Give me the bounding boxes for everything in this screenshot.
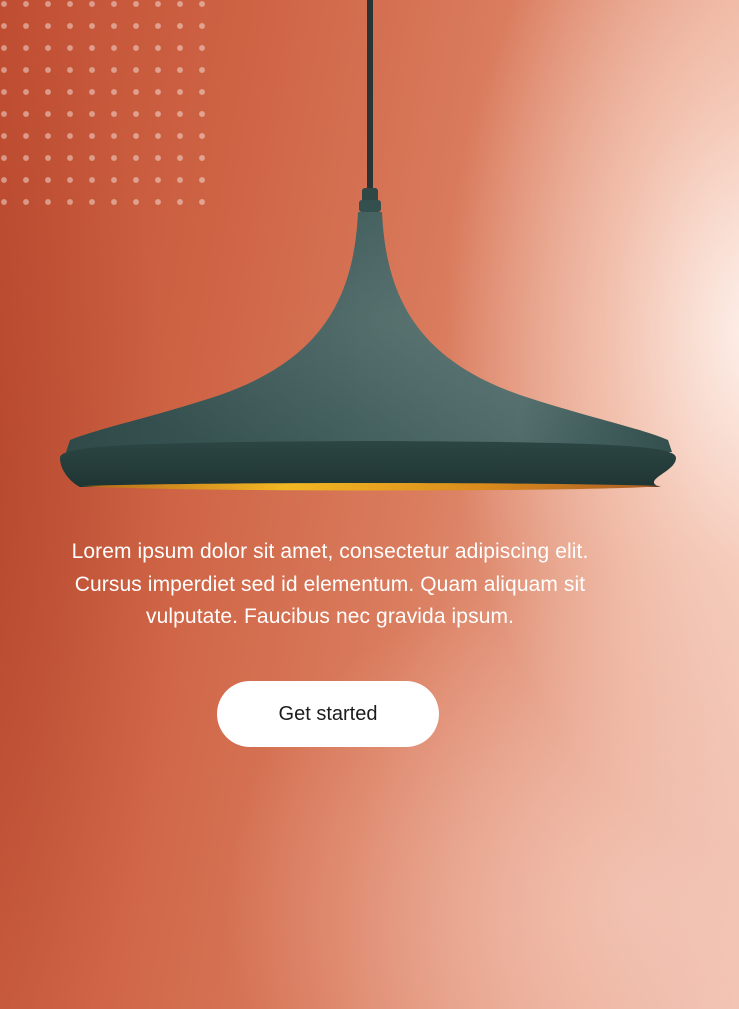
hero-description: Lorem ipsum dolor sit amet, consectetur …: [71, 540, 589, 628]
get-started-button[interactable]: Get started: [217, 681, 439, 747]
hero-background: Lorem ipsum dolor sit amet, consectetur …: [0, 0, 739, 1009]
pendant-lamp-image: [60, 0, 676, 491]
lamp-shade: [60, 212, 676, 491]
lamp-socket: [359, 188, 381, 212]
